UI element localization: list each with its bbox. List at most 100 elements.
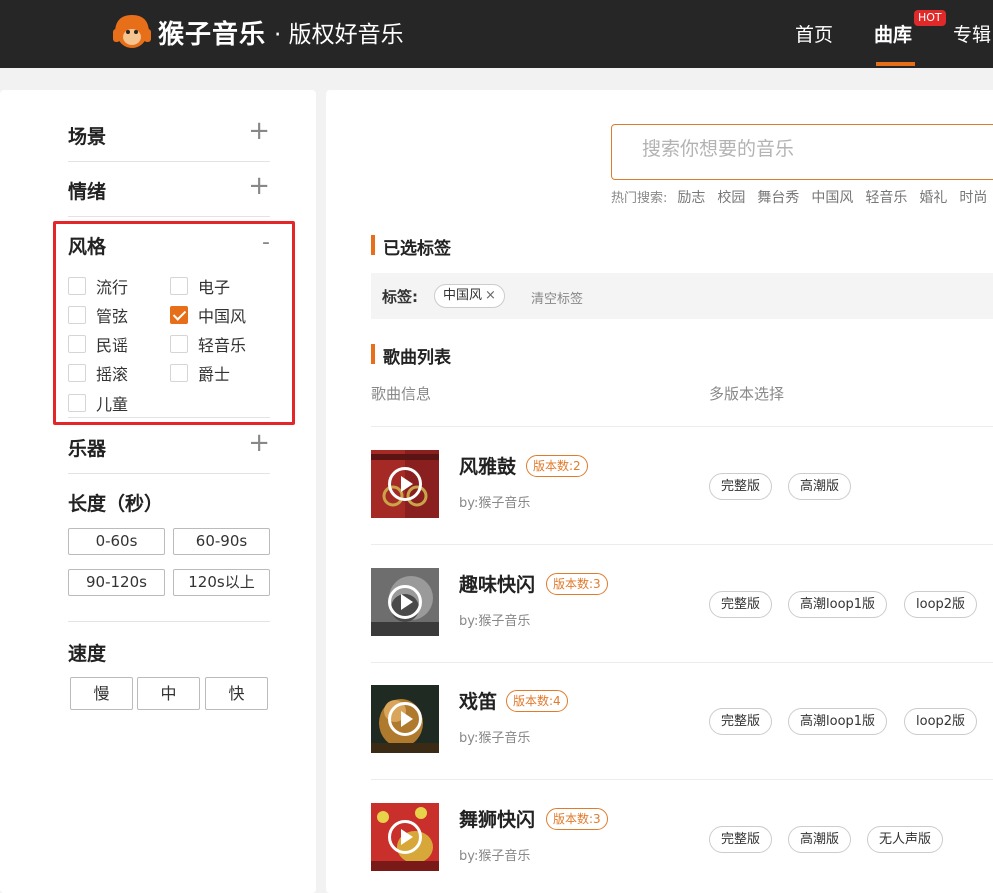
style-option-orchestral[interactable]: 管弦 — [68, 303, 128, 327]
top-header: 猴子音乐 · 版权好音乐 首页 曲库 专辑 HOT — [0, 0, 993, 68]
checkbox[interactable] — [170, 277, 188, 295]
checkbox[interactable] — [68, 277, 86, 295]
song-row[interactable]: 趣味快闪 版本数:3 by:猴子音乐 完整版 高潮loop1版 loop2版 — [371, 568, 993, 636]
nav-home[interactable]: 首页 — [795, 20, 833, 47]
filter-instrument[interactable]: 乐器 + — [68, 420, 270, 474]
style-option-kids[interactable]: 儿童 — [68, 391, 128, 415]
filter-speed-title: 速度 — [68, 643, 107, 665]
hot-search-row: 热门搜索: 励志 校园 舞台秀 中国风 轻音乐 婚礼 时尚 — [611, 187, 993, 207]
hot-search-word[interactable]: 中国风 — [811, 187, 853, 207]
version-no-vocal-button[interactable]: 无人声版 — [867, 826, 944, 853]
style-option-chinese[interactable]: 中国风 — [170, 303, 246, 327]
speed-slow-button[interactable]: 慢 — [70, 677, 133, 710]
divider — [68, 621, 270, 622]
expand-icon[interactable]: + — [248, 116, 270, 146]
song-cover[interactable] — [371, 568, 439, 636]
site-logo[interactable]: 猴子音乐 · 版权好音乐 — [112, 11, 404, 53]
checked-checkbox[interactable] — [170, 306, 188, 324]
hot-search-label: 热门搜索: — [611, 191, 668, 206]
hot-search-word[interactable]: 轻音乐 — [865, 187, 907, 207]
nav-library[interactable]: 曲库 — [874, 20, 912, 47]
speed-fast-button[interactable]: 快 — [205, 677, 268, 710]
style-option-pop[interactable]: 流行 — [68, 274, 128, 298]
song-title[interactable]: 风雅鼓 — [459, 452, 516, 479]
monkey-logo-icon — [112, 11, 152, 53]
song-cover[interactable] — [371, 685, 439, 753]
filter-mood[interactable]: 情绪 + — [68, 163, 270, 217]
play-icon[interactable] — [388, 820, 422, 854]
song-title[interactable]: 趣味快闪 — [459, 570, 535, 597]
song-artist: by:猴子音乐 — [459, 731, 531, 746]
selected-tag-chip[interactable]: 中国风 × — [434, 284, 505, 308]
hot-search-word[interactable]: 舞台秀 — [757, 187, 799, 207]
option-label: 民谣 — [96, 336, 129, 355]
style-option-rock[interactable]: 摇滚 — [68, 361, 128, 385]
song-row[interactable]: 风雅鼓 版本数:2 by:猴子音乐 完整版 高潮版 — [371, 450, 993, 518]
style-option-electronic[interactable]: 电子 — [170, 274, 230, 298]
version-full-button[interactable]: 完整版 — [709, 473, 773, 500]
hot-search-word[interactable]: 校园 — [717, 187, 745, 207]
speed-medium-button[interactable]: 中 — [137, 677, 200, 710]
divider — [371, 662, 993, 663]
close-icon[interactable]: × — [485, 285, 496, 307]
version-climax-button[interactable]: 高潮版 — [788, 473, 852, 500]
clear-tags-link[interactable]: 清空标签 — [531, 288, 583, 307]
style-option-light[interactable]: 轻音乐 — [170, 332, 246, 356]
version-count-badge: 版本数:2 — [526, 455, 588, 477]
search-input[interactable] — [642, 138, 982, 160]
song-cover[interactable] — [371, 803, 439, 871]
song-row[interactable]: 舞狮快闪 版本数:3 by:猴子音乐 完整版 高潮版 无人声版 — [371, 803, 993, 871]
expand-icon[interactable]: + — [248, 428, 270, 458]
nav-album[interactable]: 专辑 — [953, 20, 991, 47]
length-option-90-120[interactable]: 90-120s — [68, 569, 165, 596]
collapse-icon[interactable]: - — [262, 230, 270, 255]
divider — [371, 544, 993, 545]
song-artist: by:猴子音乐 — [459, 496, 531, 511]
option-label: 中国风 — [198, 307, 247, 326]
selected-tags-bar: 标签: 中国风 × 清空标签 — [371, 273, 993, 319]
checkbox[interactable] — [68, 394, 86, 412]
style-option-folk[interactable]: 民谣 — [68, 332, 128, 356]
version-loop2-button[interactable]: loop2版 — [904, 591, 978, 618]
version-loop2-button[interactable]: loop2版 — [904, 708, 978, 735]
checkbox[interactable] — [68, 335, 86, 353]
search-box[interactable] — [611, 124, 993, 180]
hot-search-word[interactable]: 婚礼 — [919, 187, 947, 207]
hot-search-word[interactable]: 时尚 — [959, 187, 987, 207]
checkbox[interactable] — [68, 306, 86, 324]
song-title[interactable]: 戏笛 — [459, 687, 497, 714]
filter-style-title: 风格 — [68, 236, 107, 258]
play-icon[interactable] — [388, 467, 422, 501]
option-label: 爵士 — [198, 365, 231, 384]
play-icon[interactable] — [388, 702, 422, 736]
tag-chip-label: 中国风 — [443, 288, 483, 303]
filter-scene[interactable]: 场景 + — [68, 108, 270, 162]
checkbox[interactable] — [68, 364, 86, 382]
version-full-button[interactable]: 完整版 — [709, 708, 773, 735]
active-nav-indicator — [876, 62, 915, 66]
length-option-120-plus[interactable]: 120s以上 — [173, 569, 270, 596]
play-icon[interactable] — [388, 585, 422, 619]
hot-search-word[interactable]: 励志 — [677, 187, 705, 207]
checkbox[interactable] — [170, 335, 188, 353]
version-full-button[interactable]: 完整版 — [709, 826, 773, 853]
version-loop1-button[interactable]: 高潮loop1版 — [788, 591, 888, 618]
style-option-jazz[interactable]: 爵士 — [170, 361, 230, 385]
song-title[interactable]: 舞狮快闪 — [459, 805, 535, 832]
col-versions: 多版本选择 — [709, 385, 785, 403]
checkbox[interactable] — [170, 364, 188, 382]
selected-tags-title: 已选标签 — [371, 234, 451, 259]
expand-icon[interactable]: + — [248, 171, 270, 201]
col-song-info: 歌曲信息 — [371, 385, 432, 403]
logo-slogan: · 版权好音乐 — [274, 22, 404, 48]
length-option-0-60[interactable]: 0-60s — [68, 528, 165, 555]
song-cover[interactable] — [371, 450, 439, 518]
version-loop1-button[interactable]: 高潮loop1版 — [788, 708, 888, 735]
length-option-60-90[interactable]: 60-90s — [173, 528, 270, 555]
logo-text: 猴子音乐 — [158, 19, 267, 50]
divider — [371, 426, 993, 427]
hot-badge: HOT — [914, 10, 946, 26]
version-climax-button[interactable]: 高潮版 — [788, 826, 852, 853]
song-row[interactable]: 戏笛 版本数:4 by:猴子音乐 完整版 高潮loop1版 loop2版 — [371, 685, 993, 753]
version-full-button[interactable]: 完整版 — [709, 591, 773, 618]
